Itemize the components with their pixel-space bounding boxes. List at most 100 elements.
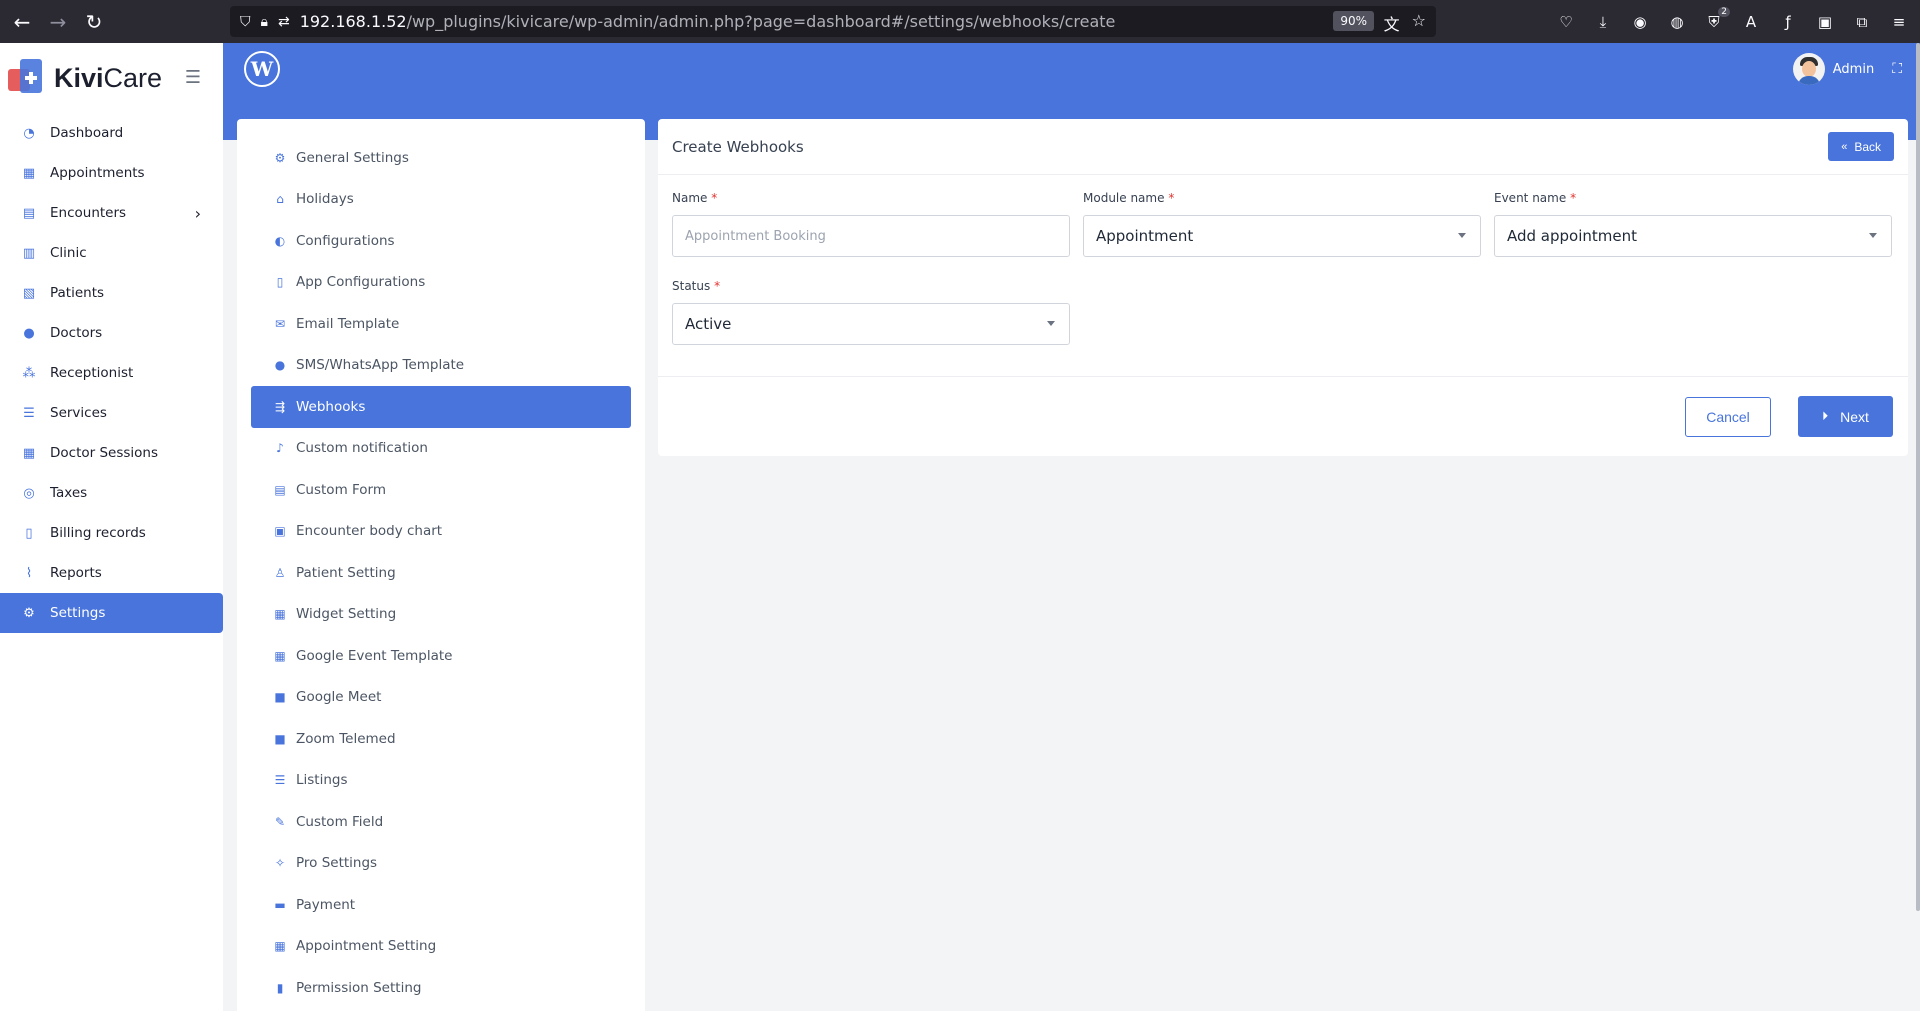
sidebar-item-billing-records[interactable]: ▯ Billing records: [0, 513, 223, 553]
event-select[interactable]: Add appointment: [1494, 215, 1892, 257]
caret-down-icon: [1458, 233, 1466, 238]
toggle-icon: ◐: [274, 233, 286, 248]
home-icon: ⌂: [276, 192, 284, 207]
event-field-group: Event name * Add appointment: [1494, 191, 1892, 257]
sidebar-item-taxes[interactable]: ◎ Taxes: [0, 473, 223, 513]
sidebar-item-receptionist[interactable]: ⁂ Receptionist: [0, 353, 223, 393]
sidebar-item-services[interactable]: ☰ Services: [0, 393, 223, 433]
account-icon[interactable]: ◉: [1631, 13, 1649, 31]
bookmark-star-icon[interactable]: ☆: [1412, 11, 1426, 35]
sidebar-item-doctors[interactable]: ● Doctors: [0, 313, 223, 353]
hamburger-menu-icon[interactable]: ≡: [1890, 13, 1908, 31]
browser-toolbar: ← → ↻ ⛉ 🔒︎ ⇄ 192.168.1.52/wp_plugins/kiv…: [0, 0, 1920, 43]
hospital-icon: ▥: [22, 245, 36, 261]
status-select[interactable]: Active: [672, 303, 1070, 345]
sidebar-item-dashboard[interactable]: ◔ Dashboard: [0, 113, 223, 153]
sidebar-item-clinic[interactable]: ▥ Clinic: [0, 233, 223, 273]
caret-down-icon: [1869, 233, 1877, 238]
settings-nav-custom-field[interactable]: ✎ Custom Field: [251, 801, 631, 843]
sidebar-item-appointments[interactable]: ▦ Appointments: [0, 153, 223, 193]
lock-icon: ▮: [276, 980, 284, 995]
settings-nav-app-configurations[interactable]: ▯ App Configurations: [251, 262, 631, 304]
body-chart-icon: ▣: [274, 524, 286, 539]
status-field-group: Status * Active: [672, 279, 1070, 345]
wordpress-logo-icon[interactable]: W: [244, 51, 280, 87]
download-icon[interactable]: ⤓: [1594, 13, 1612, 31]
status-label: Status *: [672, 279, 721, 293]
settings-nav-payment[interactable]: ▬ Payment: [251, 884, 631, 926]
fi-extension-icon[interactable]: ▣: [1816, 13, 1834, 31]
fullscreen-icon[interactable]: ⛶: [1892, 61, 1902, 77]
sidebar-item-doctor-sessions[interactable]: ▦ Doctor Sessions: [0, 433, 223, 473]
sidebar-item-reports[interactable]: ⌇ Reports: [0, 553, 223, 593]
settings-nav-email-template[interactable]: ✉ Email Template: [251, 303, 631, 345]
kivicare-app: KiviCare ☰ ◔ Dashboard ▦ Appointments ▤ Enc…: [0, 43, 1920, 1011]
settings-nav-holidays[interactable]: ⌂ Holidays: [251, 179, 631, 221]
video-icon: ■: [274, 690, 286, 705]
settings-nav-google-event-template[interactable]: ▦ Google Event Template: [251, 635, 631, 677]
url-path: /wp_plugins/kivicare/wp-admin/admin.php?…: [406, 12, 1116, 31]
extensions-icon[interactable]: ⧉: [1853, 13, 1871, 31]
back-arrow-icon[interactable]: ←: [4, 0, 40, 43]
settings-nav-webhooks[interactable]: ⇶ Webhooks: [251, 386, 631, 428]
sidebar-item-patients[interactable]: ▧ Patients: [0, 273, 223, 313]
brand-name: KiviCare: [54, 62, 163, 93]
page-title: Create Webhooks: [672, 137, 804, 156]
comment-icon: ●: [274, 358, 286, 373]
settings-nav: ⚙ General Settings ⌂ Holidays ◐ Configurati…: [237, 119, 645, 1011]
forward-arrow-icon[interactable]: →: [40, 0, 76, 43]
reload-icon[interactable]: ↻: [76, 0, 112, 43]
settings-nav-configurations[interactable]: ◐ Configurations: [251, 220, 631, 262]
name-input[interactable]: Appointment Booking: [672, 215, 1070, 257]
usb-icon: ⇶: [274, 399, 286, 414]
top-header: W Admin ⛶: [223, 43, 1920, 95]
settings-nav-widget-setting[interactable]: ▦ Widget Setting: [251, 594, 631, 636]
user-menu[interactable]: Admin ⛶: [1792, 53, 1902, 85]
settings-nav-appointment-setting[interactable]: ▦ Appointment Setting: [251, 926, 631, 968]
settings-nav-zoom-telemed[interactable]: ■ Zoom Telemed: [251, 718, 631, 760]
sidebar-item-encounters[interactable]: ▤ Encounters ›: [0, 193, 223, 233]
calendar-icon: ▦: [274, 607, 286, 622]
permissions-icon[interactable]: ⇄: [278, 14, 290, 30]
doctor-icon: ●: [23, 325, 35, 341]
dashboard-icon: ◔: [23, 125, 35, 141]
back-button[interactable]: «Back: [1828, 132, 1894, 161]
settings-nav-encounter-body-chart[interactable]: ▣ Encounter body chart: [251, 511, 631, 553]
settings-nav-google-meet[interactable]: ■ Google Meet: [251, 677, 631, 719]
translate-icon[interactable]: 文: [1384, 11, 1400, 35]
module-select[interactable]: Appointment: [1083, 215, 1481, 257]
settings-nav-patient-setting[interactable]: ♙ Patient Setting: [251, 552, 631, 594]
ublock-extension-icon[interactable]: ⛨: [1705, 6, 1730, 31]
settings-nav-general-settings[interactable]: ⚙ General Settings: [251, 137, 631, 179]
settings-nav-pro-settings[interactable]: ✧ Pro Settings: [251, 843, 631, 885]
sidebar-toggle-icon[interactable]: ☰: [185, 67, 201, 88]
zoom-badge[interactable]: 90%: [1333, 11, 1374, 31]
settings-nav-listings[interactable]: ☰ Listings: [251, 760, 631, 802]
settings-nav-custom-form[interactable]: ▤ Custom Form: [251, 469, 631, 511]
formula-extension-icon[interactable]: ƒ: [1779, 13, 1797, 31]
page-scrollbar[interactable]: [1916, 43, 1920, 911]
module-field-group: Module name * Appointment: [1083, 191, 1481, 257]
next-button[interactable]: ⏵ Next: [1798, 396, 1893, 437]
settings-nav-sms-whatsapp-template[interactable]: ● SMS/WhatsApp Template: [251, 345, 631, 387]
magic-wand-icon: ✎: [274, 814, 286, 829]
calendar-icon: ▦: [22, 445, 36, 461]
mobile-icon: ▯: [276, 275, 284, 290]
avatar[interactable]: [1792, 53, 1825, 85]
color-picker-extension-icon[interactable]: ◍: [1668, 13, 1686, 31]
settings-nav-permission-setting[interactable]: ▮ Permission Setting: [251, 967, 631, 1009]
lock-icon[interactable]: 🔒︎: [261, 14, 268, 30]
shield-icon[interactable]: ⛉: [240, 14, 251, 30]
translate-extension-icon[interactable]: A: [1742, 13, 1760, 31]
video-icon: ■: [274, 731, 286, 746]
cancel-button[interactable]: Cancel: [1685, 397, 1771, 437]
chart-icon: ⌇: [25, 565, 33, 581]
user-name[interactable]: Admin: [1833, 62, 1874, 77]
address-bar[interactable]: ⛉ 🔒︎ ⇄ 192.168.1.52/wp_plugins/kivicare/…: [230, 6, 1436, 37]
sidebar-item-settings[interactable]: ⚙ Settings: [0, 593, 223, 633]
pocket-icon[interactable]: ♡: [1557, 13, 1575, 31]
webhook-form: Name * Appointment Booking Module name *…: [658, 175, 1908, 345]
wallet-icon: ▬: [274, 897, 286, 912]
calendar-check-icon: ▤: [22, 205, 36, 221]
settings-nav-custom-notification[interactable]: ♪ Custom notification: [251, 428, 631, 470]
